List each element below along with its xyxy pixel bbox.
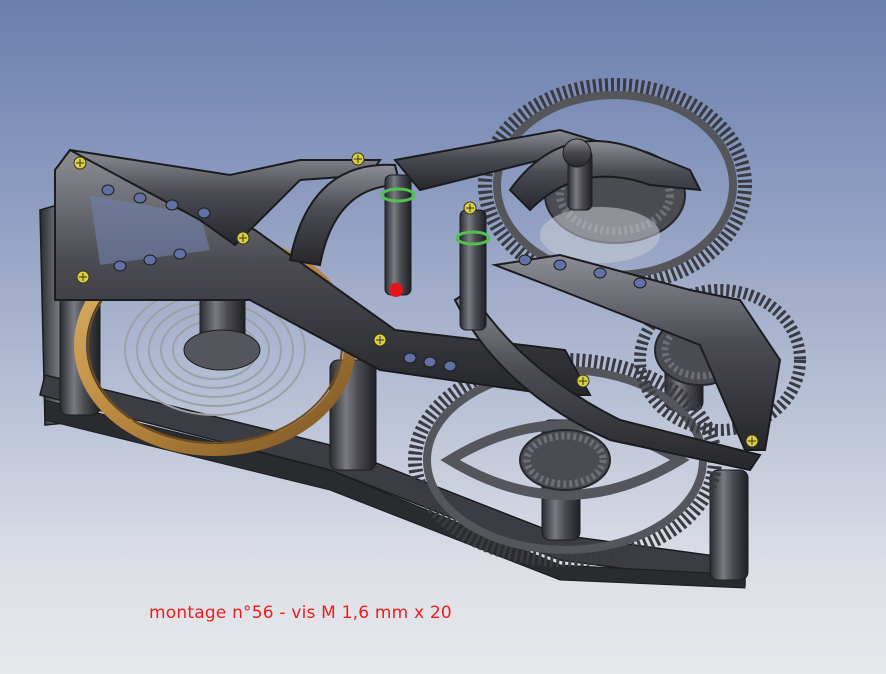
screw-head-icon [351, 152, 365, 166]
screw-head-icon [745, 434, 759, 448]
screw-head-icon [463, 201, 477, 215]
screw-head-icon [236, 231, 250, 245]
screw-head-icon [373, 333, 387, 347]
screw-head-icon [576, 374, 590, 388]
cad-viewport[interactable] [0, 0, 886, 674]
screw-head-icon [73, 156, 87, 170]
caption-text: montage n°56 - vis M 1,6 mm x 20 [149, 603, 452, 623]
screw-head-icon [76, 270, 90, 284]
